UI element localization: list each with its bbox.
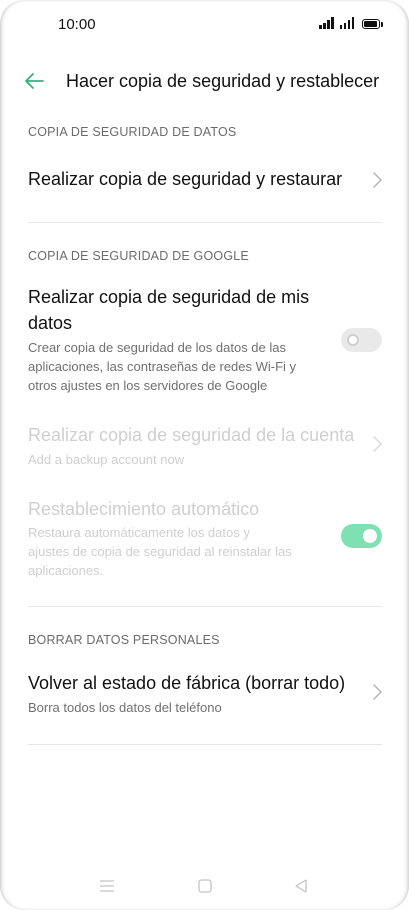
- auto-restore-toggle[interactable]: [341, 524, 382, 548]
- backup-account-subtitle: Add a backup account now: [28, 452, 185, 467]
- backup-my-data-toggle[interactable]: [341, 328, 382, 352]
- divider: [28, 744, 382, 745]
- status-icons: [319, 17, 383, 29]
- backup-my-data-desc-line3: otros ajustes en los servidores de Googl…: [28, 378, 268, 393]
- auto-restore-title: Restablecimiento automático: [28, 499, 260, 519]
- page-title: Hacer copia de seguridad y restablecer: [66, 71, 380, 91]
- factory-reset-item[interactable]: Volver al estado de fábrica (borrar todo…: [0, 664, 409, 724]
- backup-my-data-desc-line2: aplicaciones, las contraseñas de redes W…: [28, 359, 297, 374]
- divider: [28, 606, 382, 607]
- section-header-personal-data: BORRAR DATOS PERSONALES: [28, 633, 220, 647]
- menu-icon[interactable]: [97, 876, 117, 896]
- back-arrow-icon[interactable]: [22, 68, 48, 94]
- auto-restore-desc-line3: aplicaciones.: [28, 563, 104, 578]
- factory-reset-title: Volver al estado de fábrica (borrar todo…: [28, 673, 346, 693]
- signal-icon: [319, 17, 334, 29]
- factory-reset-subtitle: Borra todos los datos del teléfono: [28, 700, 222, 715]
- auto-restore-item[interactable]: Restablecimiento automático Restaura aut…: [0, 492, 409, 584]
- battery-icon: [362, 19, 380, 29]
- backup-my-data-title-line2: datos: [28, 313, 73, 333]
- backup-account-title: Realizar copia de seguridad de la cuenta: [28, 425, 355, 445]
- status-time: 10:00: [58, 16, 96, 33]
- backup-account-item[interactable]: Realizar copia de seguridad de la cuenta…: [0, 418, 409, 474]
- backup-restore-label: Realizar copia de seguridad y restaurar: [28, 169, 343, 189]
- status-bar: 10:00: [0, 0, 409, 50]
- app-header: Hacer copia de seguridad y restablecer: [0, 60, 409, 104]
- auto-restore-desc-line1: Restaura automáticamente los datos y: [28, 525, 250, 540]
- home-icon[interactable]: [195, 876, 215, 896]
- section-header-data-backup: COPIA DE SEGURIDAD DE DATOS: [28, 125, 237, 139]
- navigation-bar: [0, 860, 409, 910]
- section-header-google-backup: COPIA DE SEGURIDAD DE GOOGLE: [28, 249, 249, 263]
- auto-restore-desc-line2: ajustes de copia de seguridad al reinsta…: [28, 544, 292, 559]
- chevron-right-icon: [373, 172, 382, 188]
- backup-restore-item[interactable]: Realizar copia de seguridad y restaurar: [0, 150, 409, 210]
- chevron-right-icon: [373, 684, 382, 700]
- chevron-right-icon: [373, 436, 382, 452]
- signal-icon: [339, 17, 354, 29]
- back-icon[interactable]: [291, 876, 311, 896]
- divider: [28, 222, 382, 223]
- backup-my-data-title-line1: Realizar copia de seguridad de mis: [28, 287, 310, 307]
- backup-my-data-desc-line1: Crear copia de seguridad de los datos de…: [28, 340, 286, 355]
- backup-my-data-item[interactable]: Realizar copia de seguridad de mis datos…: [0, 280, 409, 400]
